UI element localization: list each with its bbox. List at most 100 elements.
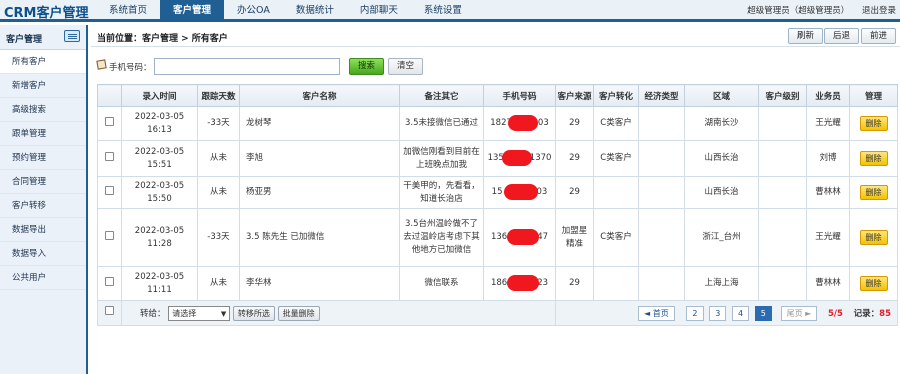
staff: 曹林林 xyxy=(806,176,850,209)
sidebar-item-all-customers[interactable]: 所有客户 xyxy=(0,50,86,74)
remark: 加微信刚看到目前在上班晚点加我 xyxy=(399,140,484,177)
breadcrumb: 当前位置：客户管理 > 所有客户 xyxy=(97,34,228,44)
search-label: 手机号码： xyxy=(109,63,152,73)
forward-button[interactable]: 前进 xyxy=(861,28,897,44)
sidebar-item-public-users[interactable]: 公共用户 xyxy=(0,266,86,290)
customer-name[interactable]: 李旭 xyxy=(239,140,400,177)
sidebar-item-appointments[interactable]: 预约管理 xyxy=(0,146,86,170)
delete-button[interactable]: 删除 xyxy=(859,276,888,291)
pagination: ◄ 首页 2 3 4 5 尾页 ► 5/5 记录：85 xyxy=(555,300,898,326)
col-header: 客户名称 xyxy=(239,84,400,107)
col-header xyxy=(97,84,122,107)
redaction-mark xyxy=(506,275,539,291)
conversion xyxy=(593,266,639,301)
customer-name[interactable]: 龙树琴 xyxy=(239,106,400,141)
remark: 3.5未接微信已通过 xyxy=(399,106,484,141)
level xyxy=(758,106,807,141)
delete-button[interactable]: 删除 xyxy=(859,230,888,245)
sidebar: 客户管理 所有客户 新增客户 高级搜索 跟单管理 预约管理 合同管理 客户转移 … xyxy=(0,25,88,374)
track-days: -33天 xyxy=(197,208,240,267)
row-checkbox[interactable] xyxy=(105,230,114,240)
table-row: 2022-03-05 15:50 从未 杨亚男 干美甲的，先看看，知道长治店 15… xyxy=(97,176,898,209)
customer-name[interactable]: 3.5 陈先生 已加微信 xyxy=(239,208,400,267)
page-4-button[interactable]: 4 xyxy=(732,305,750,321)
conversion: C类客户 xyxy=(593,140,639,177)
track-days: 从未 xyxy=(197,140,240,177)
main-nav: 系统首页 客户管理 办公OA 数据统计 内部聊天 系统设置 xyxy=(96,0,475,22)
staff: 王光耀 xyxy=(806,106,850,141)
page-2-button[interactable]: 2 xyxy=(686,305,704,321)
level xyxy=(758,208,807,267)
row-checkbox[interactable] xyxy=(105,151,114,161)
track-days: 从未 xyxy=(197,266,240,301)
table-row: 2022-03-05 15:51 从未 李旭 加微信刚看到目前在上班晚点加我 13… xyxy=(97,140,898,177)
main-content: 当前位置：客户管理 > 所有客户 刷新 后退 前进 手机号码： 搜索 清空 录入… xyxy=(91,25,900,374)
region: 山西长治 xyxy=(684,140,759,177)
menu-toggle-icon[interactable] xyxy=(64,30,80,42)
sidebar-item-follow-up[interactable]: 跟单管理 xyxy=(0,122,86,146)
page-3-button[interactable]: 3 xyxy=(709,305,727,321)
sidebar-item-contracts[interactable]: 合同管理 xyxy=(0,170,86,194)
refresh-button[interactable]: 刷新 xyxy=(788,28,824,44)
customer-name[interactable]: 李华林 xyxy=(239,266,400,301)
phone-search-input[interactable] xyxy=(154,58,340,75)
region: 山西长治 xyxy=(684,176,759,209)
sidebar-item-advanced-search[interactable]: 高级搜索 xyxy=(0,98,86,122)
back-button[interactable]: 后退 xyxy=(824,28,860,44)
app-logo: CRM客户管理 xyxy=(4,6,89,21)
clear-button[interactable]: 清空 xyxy=(388,58,423,75)
col-header: 手机号码 xyxy=(483,84,556,107)
phone: 135 1370 xyxy=(483,140,556,177)
phone: 186 23 xyxy=(483,266,556,301)
nav-oa[interactable]: 办公OA xyxy=(224,0,283,22)
col-header: 经济类型 xyxy=(638,84,685,107)
batch-delete-button[interactable]: 批量删除 xyxy=(277,305,320,321)
track-days: 从未 xyxy=(197,176,240,209)
delete-button[interactable]: 删除 xyxy=(859,151,888,166)
entry-time: 2022-03-05 15:51 xyxy=(121,140,198,177)
conversion: C类客户 xyxy=(593,106,639,141)
last-page-button[interactable]: 尾页 ► xyxy=(780,305,818,321)
sidebar-item-import[interactable]: 数据导入 xyxy=(0,242,86,266)
nav-chat[interactable]: 内部聊天 xyxy=(347,0,411,22)
row-checkbox[interactable] xyxy=(105,185,114,195)
level xyxy=(758,140,807,177)
row-checkbox[interactable] xyxy=(105,116,114,126)
nav-customers[interactable]: 客户管理 xyxy=(160,0,225,22)
col-header: 业务员 xyxy=(806,84,850,107)
first-page-button[interactable]: ◄ 首页 xyxy=(638,305,675,321)
table-row: 2022-03-05 16:13 -33天 龙树琴 3.5未接微信已通过 1827… xyxy=(97,106,898,141)
staff-select[interactable]: 请选择 ▼ xyxy=(168,305,231,321)
phone: 136 47 xyxy=(483,208,556,267)
econ-type xyxy=(638,266,685,301)
record-label: 记录： xyxy=(853,308,880,319)
page-5-button[interactable]: 5 xyxy=(754,305,772,321)
transfer-label: 转给： xyxy=(140,308,166,319)
sidebar-header: 客户管理 xyxy=(0,25,86,50)
conversion: C类客户 xyxy=(593,208,639,267)
chevron-down-icon: ▼ xyxy=(220,309,227,318)
search-button[interactable]: 搜索 xyxy=(349,58,384,75)
top-bar: CRM客户管理 系统首页 客户管理 办公OA 数据统计 内部聊天 系统设置 超级… xyxy=(0,0,900,22)
col-header: 管理 xyxy=(849,84,898,107)
phone: 15 03 xyxy=(483,176,556,209)
sidebar-item-add-customer[interactable]: 新增客户 xyxy=(0,74,86,98)
sidebar-item-export[interactable]: 数据导出 xyxy=(0,218,86,242)
col-header: 备注其它 xyxy=(399,84,484,107)
select-all-checkbox[interactable] xyxy=(105,306,114,315)
record-count: 85 xyxy=(879,308,891,319)
delete-button[interactable]: 删除 xyxy=(859,185,888,200)
source: 29 xyxy=(555,176,594,209)
logout-link[interactable]: 退出登录 xyxy=(862,6,896,16)
transfer-selected-button[interactable]: 转移所选 xyxy=(232,305,275,321)
transfer-controls: 转给： 请选择 ▼ 转移所选 批量删除 xyxy=(121,300,556,326)
crumb-bar: 当前位置：客户管理 > 所有客户 刷新 后退 前进 xyxy=(91,25,900,47)
nav-home[interactable]: 系统首页 xyxy=(96,0,160,22)
nav-stats[interactable]: 数据统计 xyxy=(283,0,347,22)
customer-name[interactable]: 杨亚男 xyxy=(239,176,400,209)
row-checkbox[interactable] xyxy=(105,276,114,286)
delete-button[interactable]: 删除 xyxy=(859,116,888,131)
redaction-mark xyxy=(508,115,539,131)
sidebar-item-transfer[interactable]: 客户转移 xyxy=(0,194,86,218)
nav-settings[interactable]: 系统设置 xyxy=(411,0,475,22)
